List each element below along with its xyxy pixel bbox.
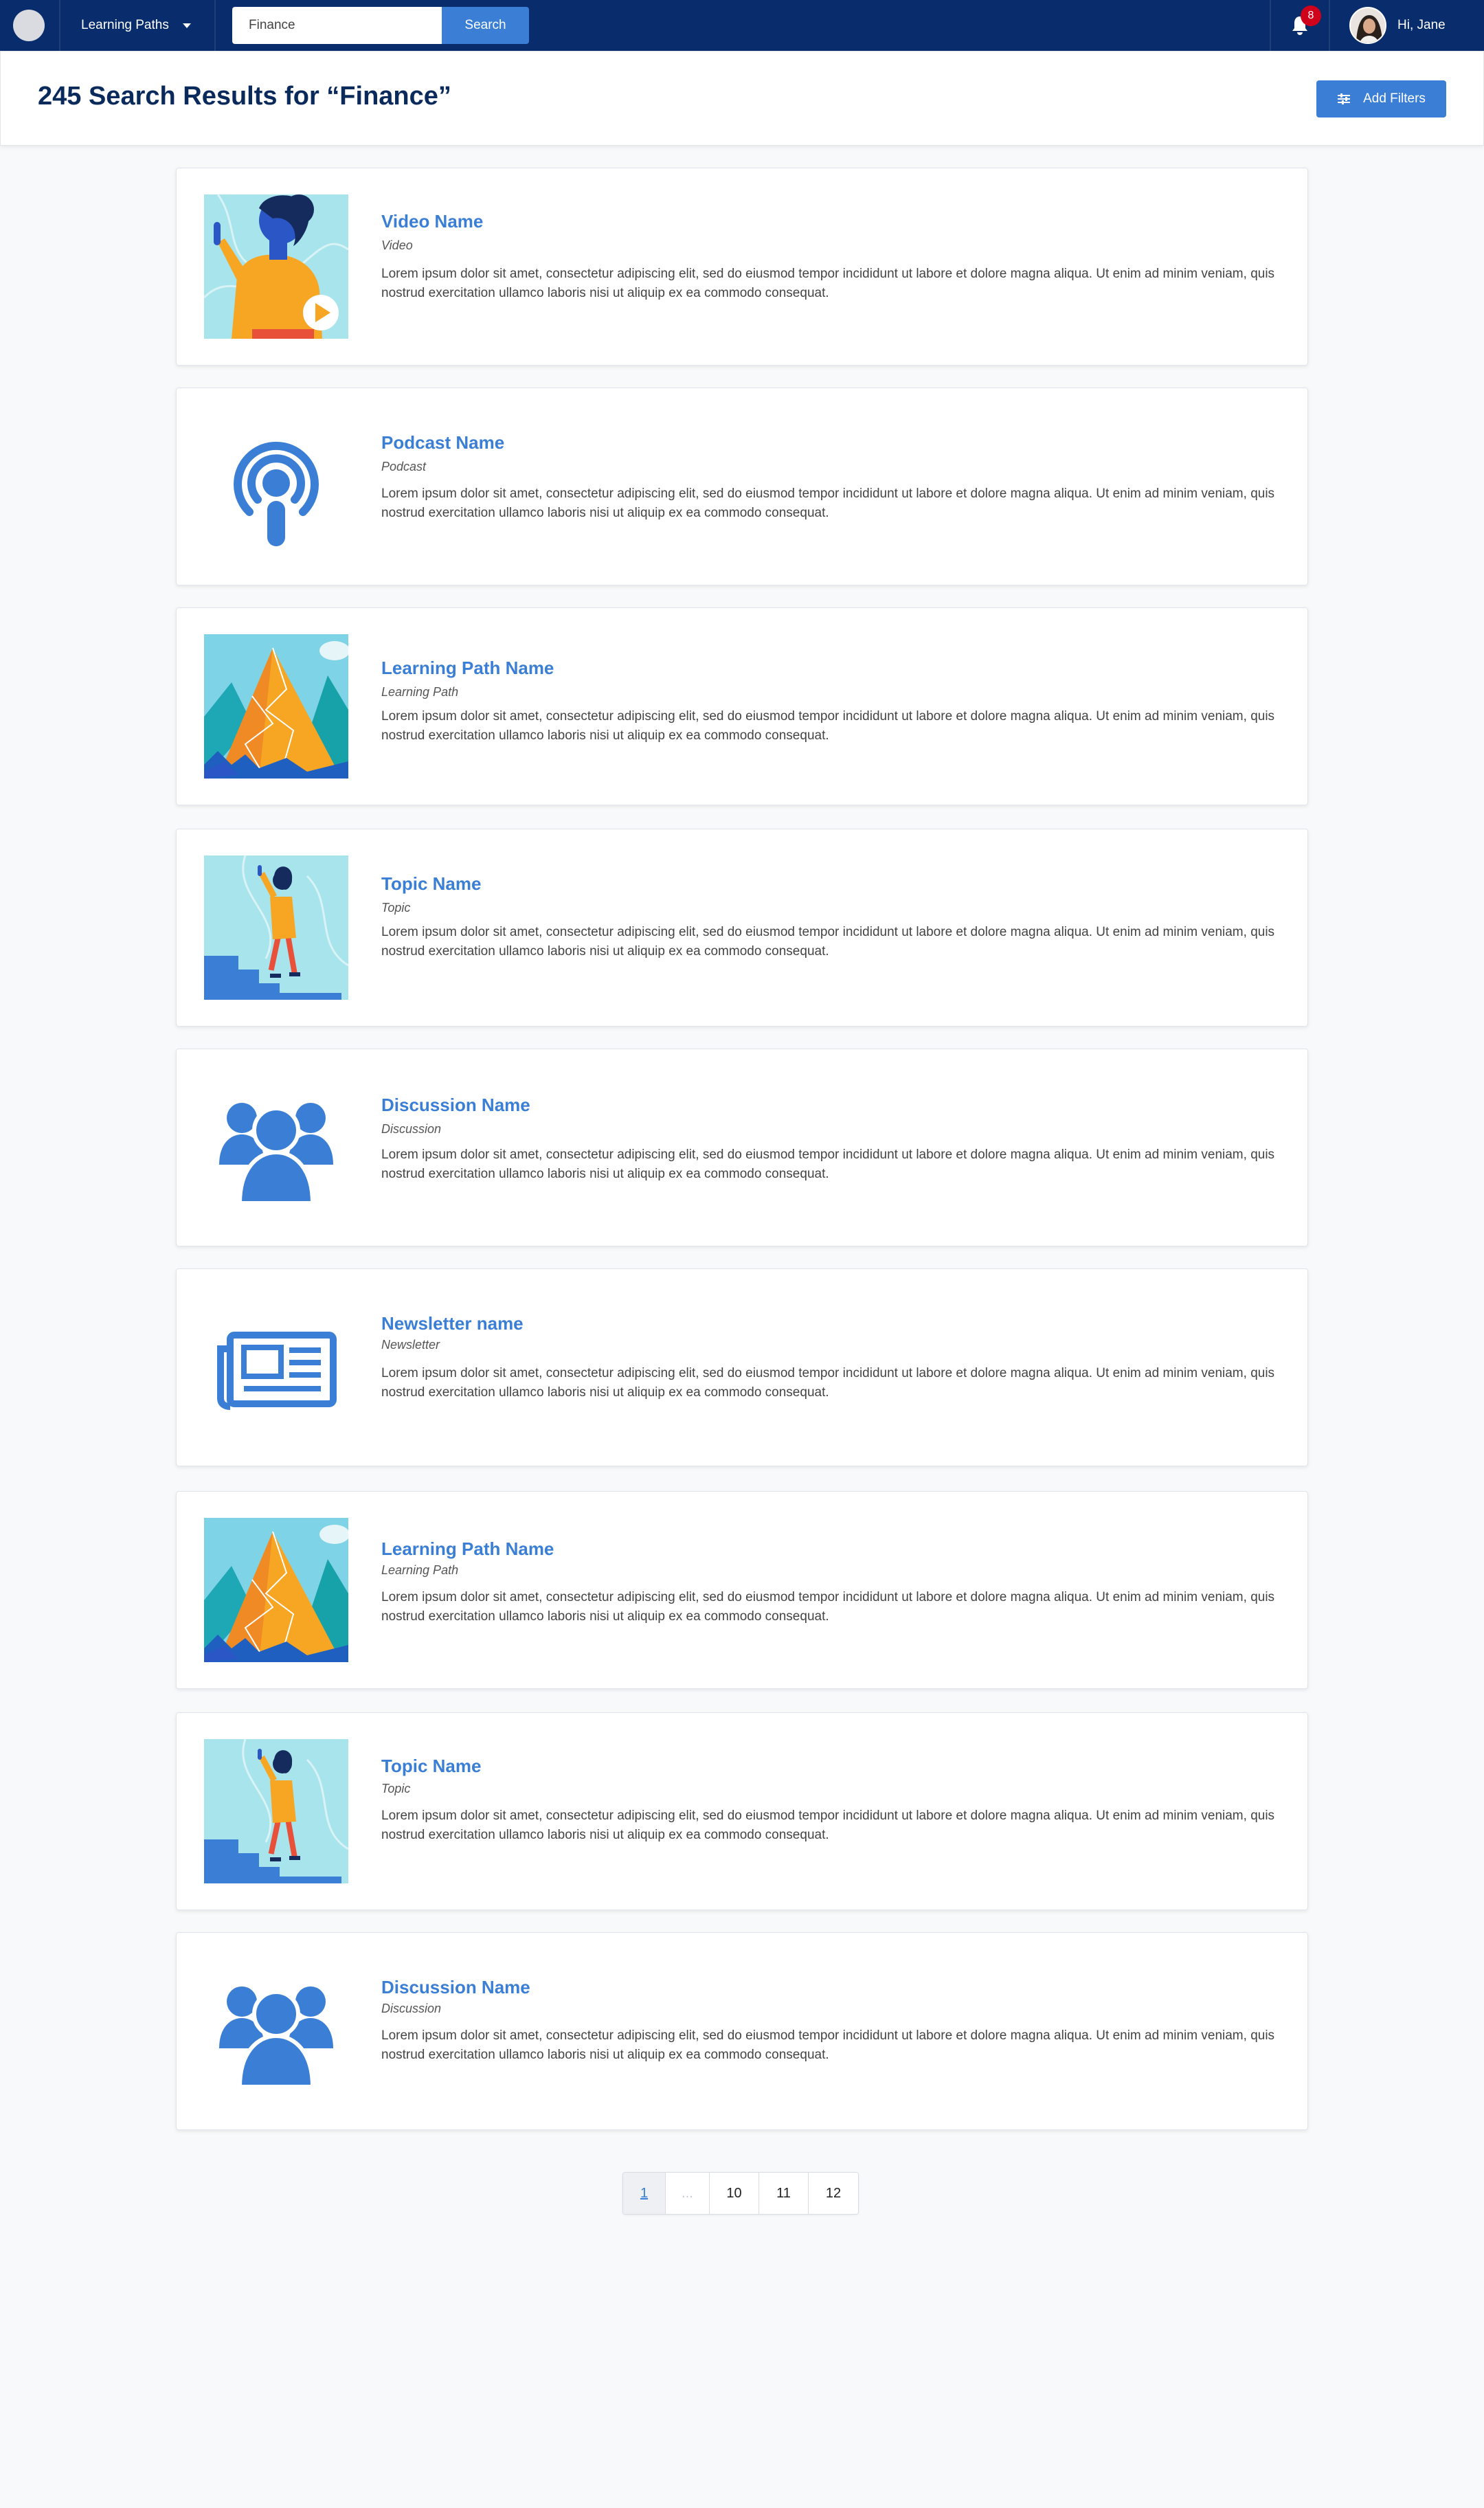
result-type: Video — [381, 238, 413, 252]
result-title[interactable]: Video Name — [381, 211, 483, 232]
result-title[interactable]: Learning Path Name — [381, 1538, 554, 1560]
result-title[interactable]: Discussion Name — [381, 1977, 530, 1998]
result-card-discussion[interactable]: Discussion Name Discussion Lorem ipsum d… — [176, 1049, 1308, 1246]
result-description: Lorem ipsum dolor sit amet, consectetur … — [381, 486, 1275, 520]
results-header: 245 Search Results for “Finance” Add Fil… — [0, 51, 1484, 146]
result-card-video[interactable]: Video Name Video Lorem ipsum dolor sit a… — [176, 168, 1308, 366]
nav-divider — [1329, 0, 1330, 51]
result-type: Learning Path — [381, 1563, 459, 1577]
nav-divider — [59, 0, 60, 51]
result-title[interactable]: Podcast Name — [381, 432, 504, 454]
search-input[interactable] — [232, 7, 442, 44]
result-type: Discussion — [381, 2002, 442, 2015]
stairs-thumbnail — [204, 855, 348, 1000]
result-card-discussion[interactable]: Discussion Name Discussion Lorem ipsum d… — [176, 1932, 1308, 2130]
result-type: Podcast — [381, 460, 427, 473]
group-icon — [204, 1959, 348, 2103]
result-card-topic[interactable]: Topic Name Topic Lorem ipsum dolor sit a… — [176, 829, 1308, 1027]
nav-divider — [214, 0, 216, 51]
top-nav: Learning Paths Search 8 Hi, Jane — [0, 0, 1484, 51]
page-ellipsis: ... — [666, 2173, 710, 2214]
pagination: 1 ... 10 11 12 — [622, 2172, 859, 2215]
page-button-current[interactable]: 1 — [623, 2173, 666, 2214]
learning-paths-menu-label: Learning Paths — [81, 18, 169, 32]
result-description: Lorem ipsum dolor sit amet, consectetur … — [381, 1590, 1275, 1624]
stairs-thumbnail — [204, 1739, 348, 1883]
result-card-learning-path[interactable]: Learning Path Name Learning Path Lorem i… — [176, 607, 1308, 805]
user-greeting: Hi, Jane — [1397, 18, 1446, 32]
result-card-podcast[interactable]: Podcast Name Podcast Lorem ipsum dolor s… — [176, 388, 1308, 585]
newspaper-icon — [204, 1295, 348, 1440]
result-type: Newsletter — [381, 1338, 440, 1352]
result-description: Lorem ipsum dolor sit amet, consectetur … — [381, 709, 1275, 743]
result-card-newsletter[interactable]: Newsletter name Newsletter Lorem ipsum d… — [176, 1268, 1308, 1466]
podcast-icon — [204, 414, 348, 559]
result-description: Lorem ipsum dolor sit amet, consectetur … — [381, 2028, 1275, 2062]
result-title[interactable]: Topic Name — [381, 1756, 481, 1777]
search-button[interactable]: Search — [442, 7, 529, 44]
learning-paths-menu[interactable]: Learning Paths — [81, 0, 191, 51]
logo[interactable] — [13, 10, 45, 41]
sliders-icon — [1338, 93, 1351, 104]
result-description: Lorem ipsum dolor sit amet, consectetur … — [381, 1147, 1275, 1181]
page-button[interactable]: 10 — [710, 2173, 759, 2214]
notification-badge: 8 — [1301, 5, 1321, 26]
result-title[interactable]: Learning Path Name — [381, 658, 554, 679]
result-type: Topic — [381, 901, 411, 915]
video-thumbnail — [204, 194, 348, 339]
mountain-thumbnail — [204, 634, 348, 779]
result-type: Discussion — [381, 1122, 442, 1136]
avatar — [1349, 7, 1386, 44]
result-card-topic[interactable]: Topic Name Topic Lorem ipsum dolor sit a… — [176, 1712, 1308, 1910]
result-description: Lorem ipsum dolor sit amet, consectetur … — [381, 267, 1275, 300]
page-button[interactable]: 11 — [759, 2173, 809, 2214]
add-filters-label: Add Filters — [1363, 91, 1426, 106]
result-description: Lorem ipsum dolor sit amet, consectetur … — [381, 1366, 1275, 1400]
result-card-learning-path[interactable]: Learning Path Name Learning Path Lorem i… — [176, 1491, 1308, 1689]
add-filters-button[interactable]: Add Filters — [1316, 80, 1446, 117]
result-description: Lorem ipsum dolor sit amet, consectetur … — [381, 925, 1275, 959]
result-type: Learning Path — [381, 685, 459, 699]
group-icon — [204, 1075, 348, 1220]
nav-divider — [1270, 0, 1271, 51]
result-title[interactable]: Newsletter name — [381, 1313, 524, 1334]
page-button[interactable]: 12 — [809, 2173, 858, 2214]
result-title[interactable]: Discussion Name — [381, 1095, 530, 1116]
result-title[interactable]: Topic Name — [381, 873, 481, 895]
chevron-down-icon — [182, 23, 191, 28]
result-type: Topic — [381, 1782, 411, 1795]
user-menu[interactable]: Hi, Jane — [1349, 5, 1446, 46]
mountain-thumbnail — [204, 1518, 348, 1662]
result-description: Lorem ipsum dolor sit amet, consectetur … — [381, 1809, 1275, 1842]
page-title: 245 Search Results for “Finance” — [38, 82, 451, 111]
